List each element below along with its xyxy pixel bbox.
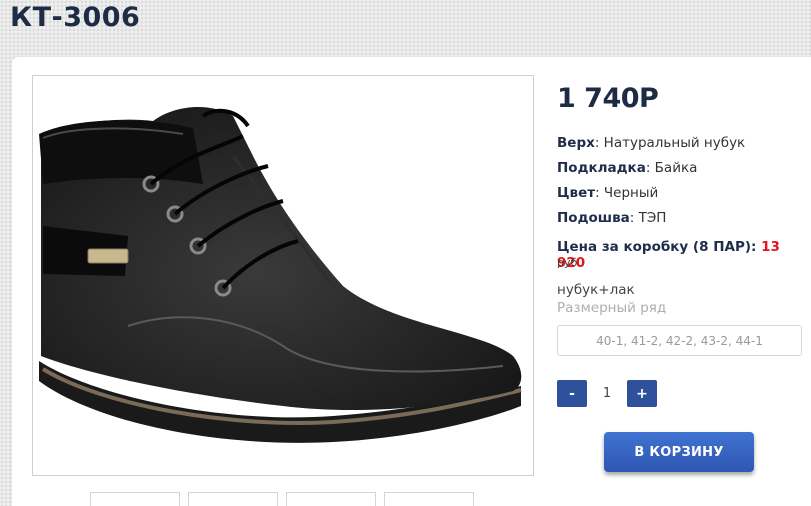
spec-value: ТЭП [638, 210, 667, 226]
size-range-title: Размерный ряд [557, 300, 667, 316]
spec-label: Цвет [557, 185, 596, 201]
size-range-box: 40-1, 41-2, 42-2, 43-2, 44-1 [557, 325, 802, 356]
spec-sole: Подошва: ТЭП [557, 210, 667, 226]
thumbnail[interactable] [188, 492, 278, 506]
quantity-input[interactable] [587, 380, 627, 407]
thumbnail[interactable] [384, 492, 474, 506]
box-price-currency: руб [557, 256, 578, 269]
thumbnail[interactable] [90, 492, 180, 506]
spec-label: Подкладка [557, 160, 646, 176]
quantity-increase-button[interactable]: + [627, 380, 657, 407]
page-title: КТ-3006 [10, 2, 141, 33]
material-variant: нубук+лак [557, 282, 635, 298]
spec-value: Байка [654, 160, 698, 176]
spec-color: Цвет: Черный [557, 185, 659, 201]
spec-upper: Верх: Натуральный нубук [557, 135, 746, 151]
thumbnail[interactable] [286, 492, 376, 506]
box-price-label: Цена за коробку (8 ПАР): [557, 239, 757, 255]
boot-icon [39, 106, 522, 443]
quantity-decrease-button[interactable]: - [557, 380, 587, 407]
product-price: 1 740Р [557, 83, 659, 114]
box-price: Цена за коробку (8 ПАР): 13 920 [557, 239, 811, 271]
spec-value: Черный [603, 185, 659, 201]
spec-label: Верх [557, 135, 595, 151]
add-to-cart-button[interactable]: В КОРЗИНУ [604, 432, 754, 472]
spec-value: Натуральный нубук [603, 135, 746, 151]
spec-lining: Подкладка: Байка [557, 160, 698, 176]
product-image[interactable] [32, 75, 534, 476]
spec-label: Подошва [557, 210, 630, 226]
